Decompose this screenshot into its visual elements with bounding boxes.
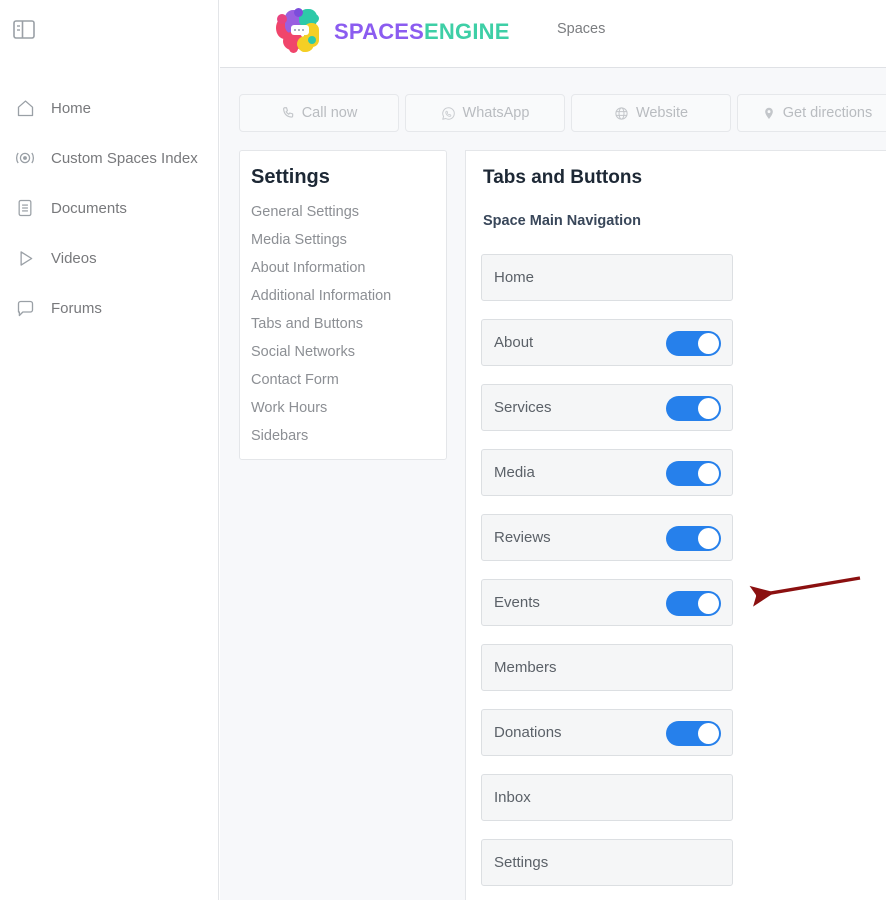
nav-tab-toggle[interactable]: [666, 721, 721, 746]
nav-tab-label: Settings: [494, 854, 549, 871]
sidebar-item-label: Forums: [51, 299, 102, 317]
website-button[interactable]: Website: [571, 94, 731, 132]
page-title: Tabs and Buttons: [483, 167, 643, 188]
nav-tab-row-members[interactable]: Members: [481, 644, 733, 691]
nav-tab-toggle[interactable]: [666, 591, 721, 616]
phone-icon: [281, 106, 295, 120]
nav-tab-toggle[interactable]: [666, 461, 721, 486]
nav-tab-row-home[interactable]: Home: [481, 254, 733, 301]
nav-tab-label: Events: [494, 594, 540, 611]
settings-link-list: General Settings Media Settings About In…: [251, 198, 391, 450]
sidebar-item-label: Videos: [51, 249, 97, 267]
broadcast-icon: [13, 146, 37, 170]
call-now-button[interactable]: Call now: [239, 94, 399, 132]
nav-tab-label: Members: [494, 659, 557, 676]
sidebar-item-home[interactable]: Home: [0, 91, 218, 125]
act-btn-label: Call now: [301, 105, 358, 121]
home-icon: [13, 96, 37, 120]
settings-link-general-settings[interactable]: General Settings: [251, 198, 391, 226]
document-icon: [13, 196, 37, 220]
nav-tab-label: Home: [494, 269, 535, 286]
whatsapp-button[interactable]: WhatsApp: [405, 94, 565, 132]
settings-link-additional-information[interactable]: Additional Information: [251, 282, 391, 310]
nav-tab-row-list: Home About Services Media Reviews Events: [481, 254, 733, 900]
toggle-knob: [698, 333, 719, 354]
sidebar-toggle-icon[interactable]: [13, 20, 35, 39]
nav-tab-row-reviews[interactable]: Reviews: [481, 514, 733, 561]
tabs-and-buttons-panel: Tabs and Buttons Space Main Navigation H…: [465, 150, 886, 900]
settings-link-tabs-and-buttons[interactable]: Tabs and Buttons: [251, 310, 391, 338]
nav-tab-label: Media: [494, 464, 535, 481]
brand-word-spaces: SPACES: [334, 19, 425, 44]
nav-tab-row-services[interactable]: Services: [481, 384, 733, 431]
settings-link-media-settings[interactable]: Media Settings: [251, 226, 391, 254]
globe-icon: [614, 106, 629, 121]
sidebar-item-documents[interactable]: Documents: [0, 191, 218, 225]
map-pin-icon: [762, 106, 776, 121]
section-subtitle: Space Main Navigation: [483, 213, 641, 229]
nav-tab-toggle[interactable]: [666, 396, 721, 421]
act-btn-label: WhatsApp: [462, 105, 530, 121]
brand-wordmark: SPACESENGINE: [334, 19, 510, 45]
settings-link-social-networks[interactable]: Social Networks: [251, 338, 391, 366]
sidebar-item-forums[interactable]: Forums: [0, 291, 218, 325]
settings-card: Settings General Settings Media Settings…: [239, 150, 447, 460]
settings-link-work-hours[interactable]: Work Hours: [251, 394, 391, 422]
chat-bubble-icon: [13, 296, 37, 320]
top-header: SPACESENGINE Spaces: [220, 0, 886, 68]
nav-tab-label: Donations: [494, 724, 562, 741]
nav-tab-label: Services: [494, 399, 552, 416]
sidebar-nav: Home Custom Spaces Index Documents Video…: [0, 91, 218, 341]
settings-link-sidebars[interactable]: Sidebars: [251, 422, 391, 450]
sidebar-item-label: Custom Spaces Index: [51, 149, 198, 167]
sidebar-item-label: Home: [51, 99, 92, 117]
nav-tab-row-media[interactable]: Media: [481, 449, 733, 496]
toggle-knob: [698, 593, 719, 614]
settings-card-title: Settings: [251, 166, 330, 188]
whatsapp-icon: [441, 106, 456, 121]
act-btn-label: Get directions: [782, 105, 873, 121]
left-sidebar: Home Custom Spaces Index Documents Video…: [0, 0, 219, 900]
brand-logo[interactable]: SPACESENGINE: [275, 3, 510, 61]
action-button-bar: Call now WhatsApp Website Get directions: [239, 94, 886, 132]
toggle-knob: [698, 463, 719, 484]
nav-tab-label: Reviews: [494, 529, 551, 546]
nav-tab-row-donations[interactable]: Donations: [481, 709, 733, 756]
brand-word-engine: ENGINE: [424, 19, 510, 44]
settings-link-contact-form[interactable]: Contact Form: [251, 366, 391, 394]
sidebar-item-label: Documents: [51, 199, 127, 217]
nav-tab-row-about[interactable]: About: [481, 319, 733, 366]
nav-tab-label: About: [494, 334, 534, 351]
get-directions-button[interactable]: Get directions: [737, 94, 886, 132]
nav-tab-row-settings[interactable]: Settings: [481, 839, 733, 886]
act-btn-label: Website: [635, 105, 689, 121]
nav-tab-label: Inbox: [494, 789, 531, 806]
nav-tab-toggle[interactable]: [666, 331, 721, 356]
header-nav-spaces[interactable]: Spaces: [557, 21, 605, 37]
app-root: Home Custom Spaces Index Documents Video…: [0, 0, 886, 900]
nav-tab-toggle[interactable]: [666, 526, 721, 551]
spaces-engine-logo-icon: [275, 8, 323, 56]
nav-tab-row-events[interactable]: Events: [481, 579, 733, 626]
toggle-knob: [698, 398, 719, 419]
nav-tab-row-inbox[interactable]: Inbox: [481, 774, 733, 821]
settings-link-about-information[interactable]: About Information: [251, 254, 391, 282]
sidebar-item-custom-spaces-index[interactable]: Custom Spaces Index: [0, 141, 218, 175]
toggle-knob: [698, 723, 719, 744]
play-icon: [13, 246, 37, 270]
sidebar-item-videos[interactable]: Videos: [0, 241, 218, 275]
toggle-knob: [698, 528, 719, 549]
